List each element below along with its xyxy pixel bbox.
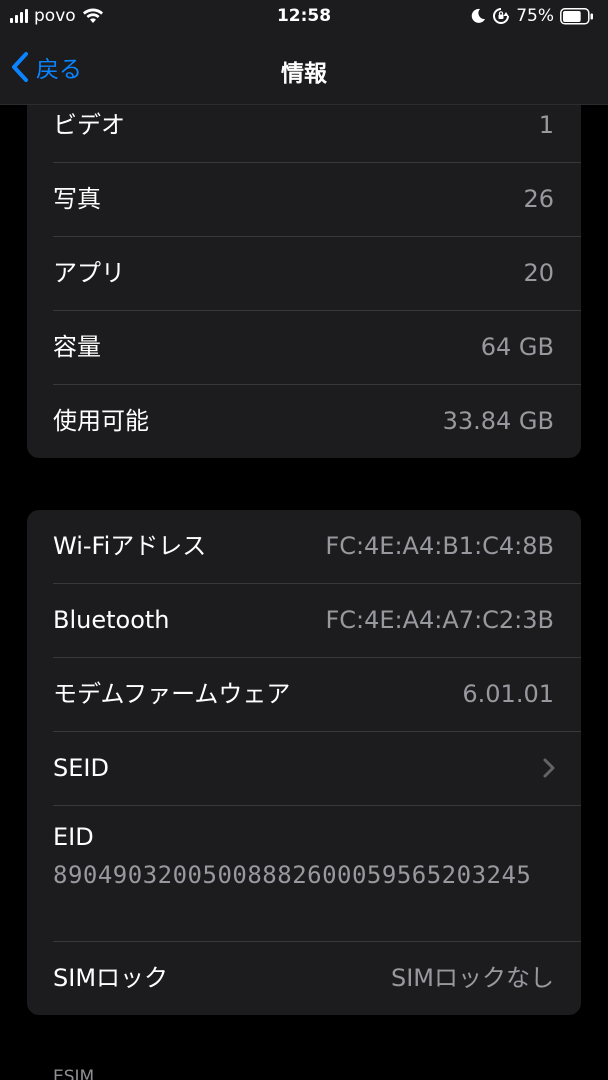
row-label: SIMロック — [53, 964, 169, 992]
list-item-sim-lock[interactable]: SIMロック SIMロックなし — [53, 942, 581, 1015]
row-value: FC:4E:A4:B1:C4:8B — [325, 532, 554, 560]
list-item-capacity: 容量 64 GB — [53, 311, 581, 385]
list-item-wifi-address[interactable]: Wi-Fiアドレス FC:4E:A4:B1:C4:8B — [53, 510, 581, 584]
list-item-available: 使用可能 33.84 GB — [53, 385, 581, 458]
rotation-lock-icon — [493, 8, 510, 24]
stats-group: ビデオ 1 写真 26 アプリ 20 容量 64 GB 使用可能 33.84 G… — [27, 105, 581, 458]
navigation-bar: 戻る 情報 — [0, 34, 608, 105]
list-item-eid[interactable]: EID 89049032005008882600059565203245 — [53, 806, 581, 942]
row-value: FC:4E:A4:A7:C2:3B — [325, 606, 554, 634]
eid-value: 89049032005008882600059565203245 — [53, 861, 532, 889]
status-right: 75% — [470, 6, 594, 26]
row-label: Bluetooth — [53, 606, 170, 634]
list-item-seid[interactable]: SEID — [53, 732, 581, 806]
screen: povo 12:58 75% 戻る 情報 ビデオ 1 写真 26 アプリ 20 … — [0, 0, 608, 1080]
row-label: 容量 — [53, 333, 101, 361]
row-value: 33.84 GB — [442, 407, 554, 435]
list-item-modem-firmware[interactable]: モデムファームウェア 6.01.01 — [53, 658, 581, 732]
row-label: 写真 — [53, 185, 101, 213]
row-label: モデムファームウェア — [53, 680, 291, 708]
do-not-disturb-icon — [471, 8, 486, 23]
battery-percent: 75% — [516, 6, 554, 26]
row-value: 64 GB — [480, 333, 554, 361]
content-scroll[interactable]: ビデオ 1 写真 26 アプリ 20 容量 64 GB 使用可能 33.84 G… — [0, 105, 608, 1080]
row-label: 使用可能 — [53, 407, 149, 435]
row-value: 26 — [523, 185, 554, 213]
list-item-videos: ビデオ 1 — [53, 105, 581, 163]
status-bar: povo 12:58 75% — [0, 0, 608, 34]
list-item-apps: アプリ 20 — [53, 237, 581, 311]
row-label: Wi-Fiアドレス — [53, 532, 207, 560]
battery-icon — [560, 7, 593, 25]
row-value: 1 — [538, 111, 554, 139]
row-value: 6.01.01 — [462, 680, 554, 708]
row-value: SIMロックなし — [390, 964, 554, 992]
esim-section-header: ESIM — [53, 1067, 95, 1080]
chevron-right-icon — [543, 758, 555, 778]
list-item-photos: 写真 26 — [53, 163, 581, 237]
row-label: アプリ — [53, 259, 125, 287]
row-label: SEID — [53, 754, 109, 782]
page-title: 情報 — [281, 61, 327, 87]
network-group: Wi-Fiアドレス FC:4E:A4:B1:C4:8B Bluetooth FC… — [27, 510, 581, 1015]
row-value: 20 — [523, 259, 554, 287]
row-label: ビデオ — [53, 111, 125, 139]
list-item-bluetooth[interactable]: Bluetooth FC:4E:A4:A7:C2:3B — [53, 584, 581, 658]
